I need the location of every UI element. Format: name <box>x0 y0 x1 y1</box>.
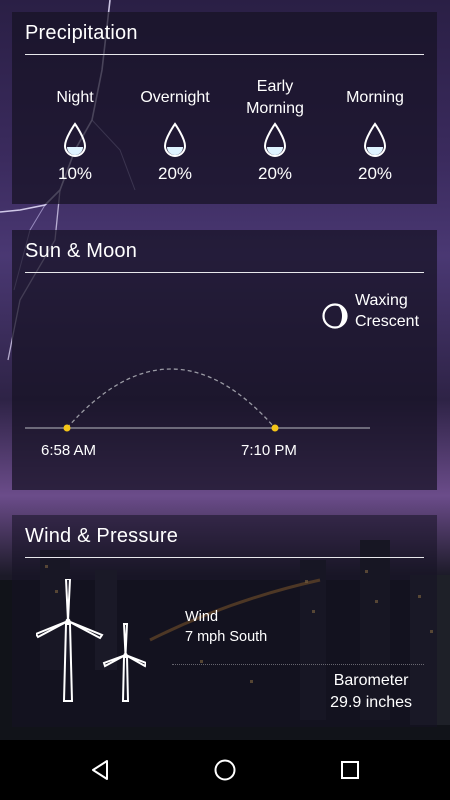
barometer-label: Barometer <box>333 672 409 689</box>
raindrop-icon <box>263 122 287 157</box>
moon-phase-line2: Crescent <box>355 313 420 330</box>
raindrop-icon <box>63 122 87 157</box>
precip-period-value: 10% <box>57 164 93 183</box>
moon-phase: Waxing Crescent <box>321 290 419 332</box>
sun-moon-divider <box>25 272 424 273</box>
wind-turbine-icon <box>36 579 146 702</box>
precip-period-value: 20% <box>357 164 393 183</box>
home-circle-icon <box>214 759 236 781</box>
precip-period-night: Night 10% <box>25 76 125 184</box>
precipitation-card: Precipitation Night 10% Overnight 20% Ea… <box>12 12 437 204</box>
barometer-value: 29.9 inches <box>330 694 412 711</box>
back-triangle-icon <box>92 760 108 780</box>
sunset-time: 7:10 PM <box>241 442 297 459</box>
back-button[interactable] <box>85 755 115 785</box>
precip-period-morning: Morning 20% <box>325 76 425 184</box>
recents-square-icon <box>341 761 359 779</box>
sun-moon-title: Sun & Moon <box>25 240 138 262</box>
barometer-readout: Barometer 29.9 inches <box>330 670 412 714</box>
wind-pressure-divider <box>25 557 424 558</box>
wind-label: Wind <box>185 609 219 625</box>
sun-path-graph <box>25 368 370 432</box>
precip-period-label: Night <box>56 89 94 106</box>
raindrop-icon <box>363 122 387 157</box>
precipitation-title: Precipitation <box>25 22 138 44</box>
moon-phase-line1: Waxing <box>355 292 408 309</box>
wind-value: 7 mph South <box>185 629 268 645</box>
precip-period-value: 20% <box>157 164 193 183</box>
precip-period-overnight: Overnight 20% <box>125 76 225 184</box>
recents-button[interactable] <box>335 755 365 785</box>
navigation-bar <box>0 740 450 800</box>
wind-pressure-card: Wind & Pressure Wind 7 mph South Baromet… <box>12 515 437 727</box>
precip-period-label: Morning <box>346 89 404 106</box>
precip-period-label: Overnight <box>140 89 210 106</box>
home-button[interactable] <box>210 755 240 785</box>
sunrise-dot <box>63 424 71 432</box>
precip-period-value: 20% <box>257 164 293 183</box>
sun-moon-card: Sun & Moon Waxing Crescent 6:58 AM 7:10 … <box>12 230 437 490</box>
raindrop-icon <box>163 122 187 157</box>
sunset-dot <box>271 424 279 432</box>
sunrise-time: 6:58 AM <box>41 442 97 459</box>
wind-pressure-title: Wind & Pressure <box>25 525 179 547</box>
wind-readout: Wind 7 mph South <box>185 607 267 647</box>
precip-period-label: Early Morning <box>246 78 304 117</box>
wind-barometer-divider <box>172 664 424 665</box>
precip-period-early-morning: Early Morning 20% <box>225 76 325 184</box>
precipitation-divider <box>25 54 424 55</box>
moon-phase-icon <box>322 303 348 329</box>
